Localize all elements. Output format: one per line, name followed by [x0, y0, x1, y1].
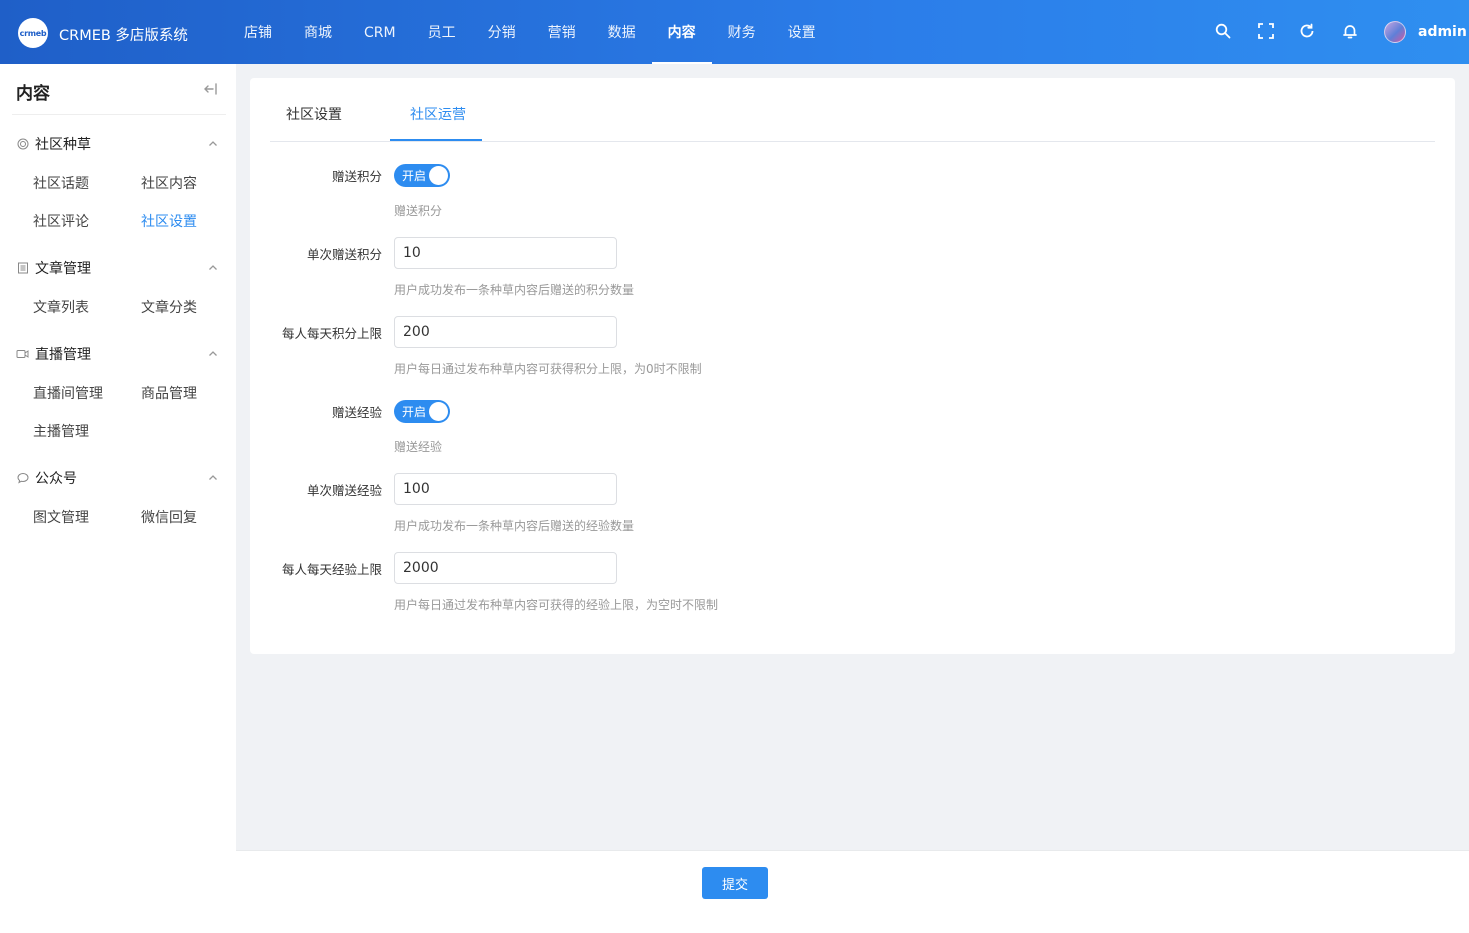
sidebar-group-label: 社区种草 — [35, 137, 91, 153]
tab-bar: 社区设置 社区运营 — [270, 78, 1435, 142]
brand-name: CRMEB 多店版系统 — [59, 28, 188, 44]
nav-settings[interactable]: 设置 — [772, 0, 832, 64]
switch-knob — [429, 402, 448, 421]
sidebar-group-header[interactable]: 公众号 — [16, 468, 224, 488]
bell-icon[interactable] — [1341, 22, 1359, 40]
sidebar-divider — [12, 114, 226, 115]
exp-daily-limit-input[interactable] — [394, 552, 617, 584]
sidebar-item-wechat-reply[interactable]: 微信回复 — [141, 507, 197, 527]
give-points-switch[interactable]: 开启 — [394, 164, 450, 187]
tab-community-settings[interactable]: 社区设置 — [286, 104, 342, 124]
sidebar-item-live-anchors[interactable]: 主播管理 — [33, 421, 89, 441]
give-exp-label: 赠送经验 — [331, 405, 382, 420]
sidebar: 内容 社区种草 社区话题 社区内容 社区评论 社区设置 文章管理 文章列表 文章… — [0, 64, 236, 933]
sidebar-item-community-settings[interactable]: 社区设置 — [141, 211, 197, 231]
sidebar-item-live-rooms[interactable]: 直播间管理 — [33, 383, 103, 403]
sidebar-item-community-comments[interactable]: 社区评论 — [33, 211, 89, 231]
nav-finance[interactable]: 财务 — [712, 0, 772, 64]
switch-text: 开启 — [402, 169, 427, 183]
active-tab-indicator — [390, 139, 482, 141]
document-icon — [16, 262, 29, 275]
collapse-sidebar-icon[interactable] — [202, 82, 218, 96]
exp-daily-limit-hint: 用户每日通过发布种草内容可获得的经验上限，为空时不限制 — [394, 598, 719, 612]
avatar[interactable] — [1384, 21, 1406, 43]
sidebar-group-label: 直播管理 — [35, 347, 91, 363]
sidebar-group-label: 公众号 — [35, 471, 77, 487]
nav-content[interactable]: 内容 — [651, 0, 712, 64]
sidebar-item-live-products[interactable]: 商品管理 — [141, 383, 197, 403]
settings-card: 社区设置 社区运营 赠送积分 开启 赠送积分 单次赠送积分 用户成功发布一条种草… — [250, 78, 1455, 654]
nav-crm[interactable]: CRM — [348, 0, 412, 64]
exp-per-post-label: 单次赠送经验 — [306, 483, 382, 498]
sidebar-item-community-topics[interactable]: 社区话题 — [33, 173, 89, 193]
sidebar-item-article-category[interactable]: 文章分类 — [141, 297, 197, 317]
fullscreen-icon[interactable] — [1257, 22, 1275, 40]
nav-mall[interactable]: 商城 — [288, 0, 348, 64]
target-icon — [16, 138, 29, 151]
sidebar-item-graphic-text[interactable]: 图文管理 — [33, 507, 89, 527]
nav-data[interactable]: 数据 — [592, 0, 652, 64]
sidebar-group-header[interactable]: 社区种草 — [16, 134, 224, 154]
switch-knob — [429, 166, 448, 185]
logo[interactable]: crmeb — [18, 18, 48, 48]
chevron-up-icon[interactable] — [208, 138, 218, 148]
give-points-label: 赠送积分 — [331, 169, 382, 184]
sidebar-title: 内容 — [16, 84, 50, 104]
footer-bar: 提交 — [236, 850, 1469, 933]
exp-per-post-input[interactable] — [394, 473, 617, 505]
nav-marketing[interactable]: 营销 — [532, 0, 592, 64]
logo-text: crmeb — [19, 28, 47, 38]
sidebar-group-header[interactable]: 文章管理 — [16, 258, 224, 278]
points-per-post-input[interactable] — [394, 237, 617, 269]
sidebar-item-article-list[interactable]: 文章列表 — [33, 297, 89, 317]
points-per-post-hint: 用户成功发布一条种草内容后赠送的积分数量 — [394, 283, 635, 297]
points-daily-limit-label: 每人每天积分上限 — [281, 326, 382, 341]
switch-text: 开启 — [402, 405, 427, 419]
nav-staff[interactable]: 员工 — [412, 0, 472, 64]
chevron-up-icon[interactable] — [208, 472, 218, 482]
chevron-up-icon[interactable] — [208, 348, 218, 358]
points-per-post-label: 单次赠送积分 — [306, 247, 382, 262]
sidebar-item-community-content[interactable]: 社区内容 — [141, 173, 197, 193]
points-daily-limit-hint: 用户每日通过发布种草内容可获得积分上限，为0时不限制 — [394, 362, 702, 376]
submit-button[interactable]: 提交 — [702, 867, 768, 899]
chat-icon — [16, 472, 29, 485]
search-icon[interactable] — [1214, 22, 1232, 40]
video-icon — [16, 348, 29, 361]
nav-shop[interactable]: 店铺 — [228, 0, 288, 64]
username[interactable]: admin — [1418, 24, 1467, 40]
refresh-icon[interactable] — [1298, 22, 1316, 40]
exp-per-post-hint: 用户成功发布一条种草内容后赠送的经验数量 — [394, 519, 635, 533]
top-nav: 店铺 商城 CRM 员工 分销 营销 数据 内容 财务 设置 — [228, 0, 832, 64]
give-exp-switch[interactable]: 开启 — [394, 400, 450, 423]
points-daily-limit-input[interactable] — [394, 316, 617, 348]
give-points-hint: 赠送积分 — [394, 204, 443, 218]
nav-distribution[interactable]: 分销 — [472, 0, 532, 64]
sidebar-group-label: 文章管理 — [35, 261, 91, 277]
top-header: crmeb CRMEB 多店版系统 店铺 商城 CRM 员工 分销 营销 数据 … — [0, 0, 1469, 64]
tab-community-operation[interactable]: 社区运营 — [410, 104, 466, 124]
give-exp-hint: 赠送经验 — [394, 440, 443, 454]
chevron-up-icon[interactable] — [208, 262, 218, 272]
sidebar-group-header[interactable]: 直播管理 — [16, 344, 224, 364]
exp-daily-limit-label: 每人每天经验上限 — [281, 562, 382, 577]
